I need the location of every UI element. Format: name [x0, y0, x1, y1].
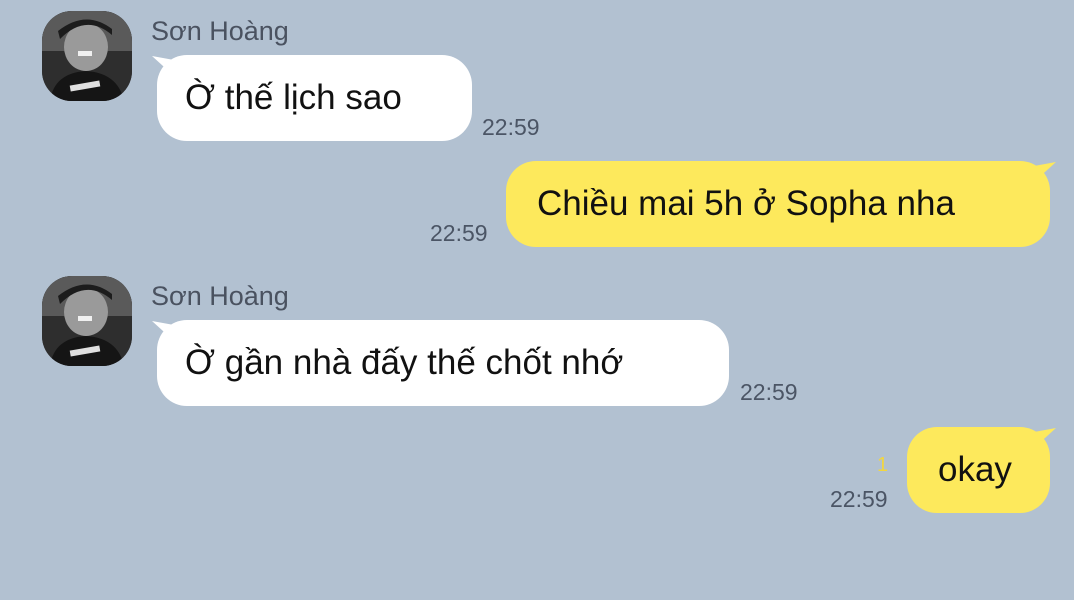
- user-avatar-photo-icon: [42, 11, 132, 101]
- message-text: okay: [938, 450, 1012, 489]
- message-timestamp: 22:59: [740, 379, 798, 405]
- message-timestamp: 22:59: [430, 220, 488, 246]
- message-timestamp: 22:59: [482, 114, 540, 140]
- message-text: Ờ thế lịch sao: [185, 78, 402, 117]
- message-text: Ờ gần nhà đấy thế chốt nhớ: [185, 343, 624, 382]
- message-timestamp: 22:59: [830, 486, 888, 512]
- incoming-message-bubble[interactable]: Ờ gần nhà đấy thế chốt nhớ: [157, 320, 729, 406]
- message-text: Chiều mai 5h ở Sopha nha: [537, 184, 955, 223]
- unread-count-badge: 1: [877, 454, 889, 476]
- outgoing-message-bubble[interactable]: okay: [907, 427, 1050, 513]
- sender-name: Sơn Hoàng: [151, 16, 289, 46]
- incoming-message-bubble[interactable]: Ờ thế lịch sao: [157, 55, 472, 141]
- user-avatar-photo-icon: [42, 276, 132, 366]
- sender-name: Sơn Hoàng: [151, 281, 289, 311]
- outgoing-message-bubble[interactable]: Chiều mai 5h ở Sopha nha: [506, 161, 1050, 247]
- sender-avatar[interactable]: [42, 276, 132, 366]
- sender-avatar[interactable]: [42, 11, 132, 101]
